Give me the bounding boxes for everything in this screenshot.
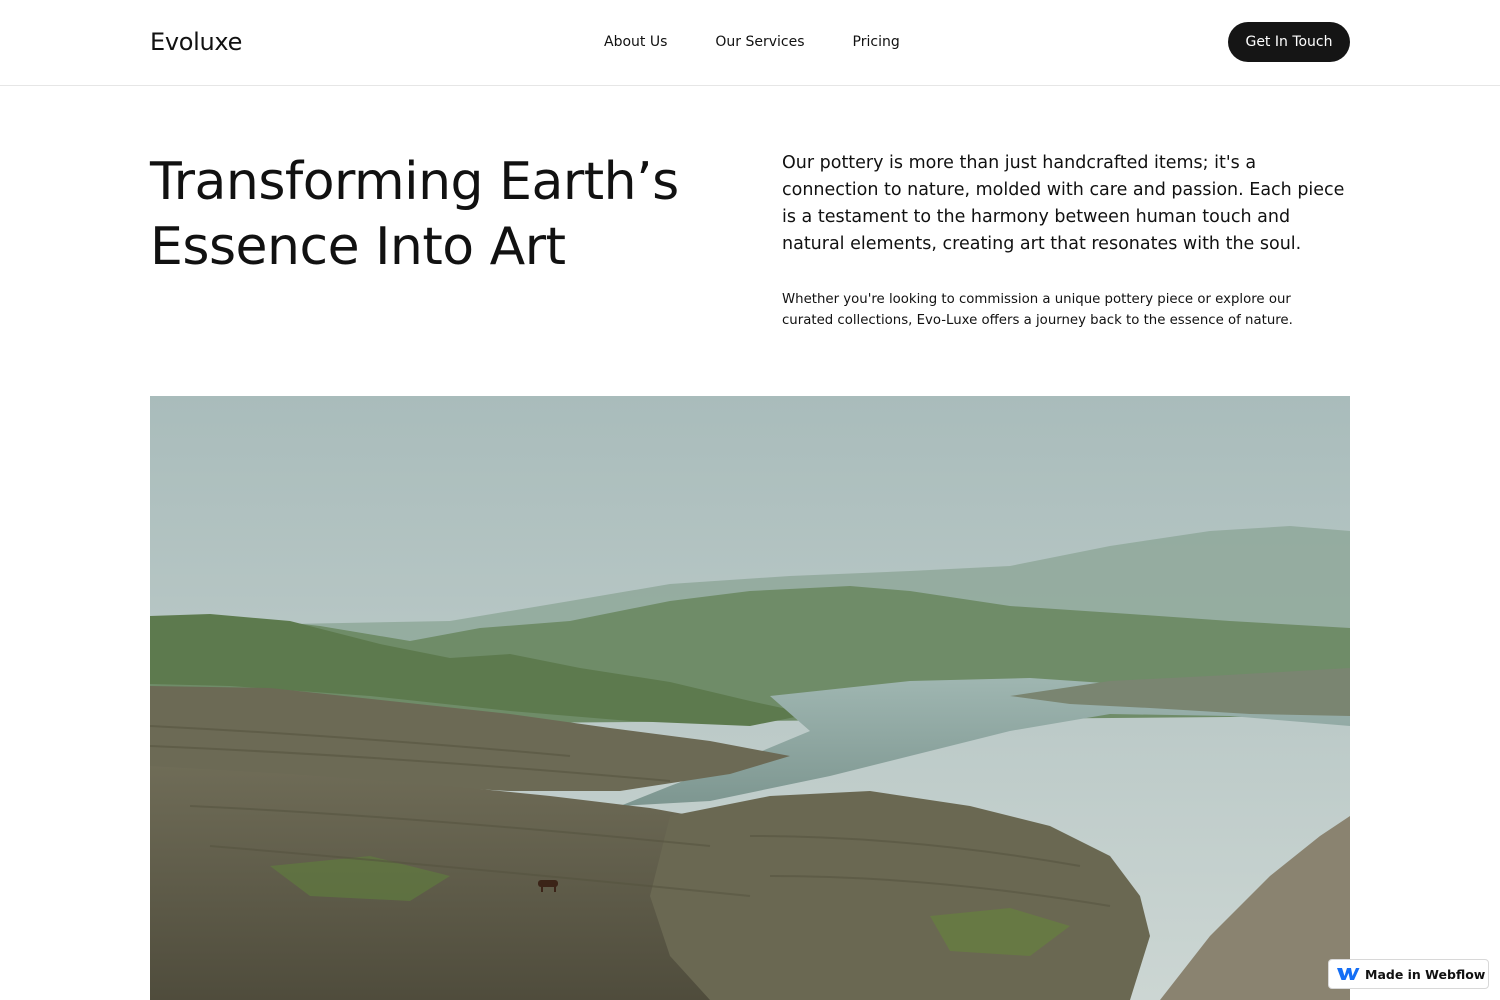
landscape-photo: [150, 396, 1350, 1000]
hero-title-line-1: Transforming Earth’s: [150, 152, 679, 212]
made-in-webflow-badge[interactable]: Made in Webflow: [1328, 959, 1489, 989]
webflow-icon: [1336, 966, 1360, 982]
landscape-illustration: [150, 396, 1350, 1000]
brand-logo[interactable]: Evoluxe: [150, 26, 242, 58]
nav-about-us[interactable]: About Us: [604, 31, 667, 53]
nav-our-services[interactable]: Our Services: [715, 31, 804, 53]
hero-lead-paragraph: Our pottery is more than just handcrafte…: [782, 153, 1345, 254]
badge-label: Made in Webflow: [1365, 966, 1486, 982]
site-header: Evoluxe About Us Our Services Pricing Ge…: [0, 0, 1500, 86]
hero-sub-paragraph: Whether you're looking to commission a u…: [782, 292, 1293, 328]
get-in-touch-button[interactable]: Get In Touch: [1228, 22, 1350, 62]
hero-title: Transforming Earth’s Essence Into Art: [150, 150, 750, 280]
main-nav: About Us Our Services Pricing: [604, 31, 900, 53]
nav-pricing[interactable]: Pricing: [853, 31, 900, 53]
hero-title-line-2: Essence Into Art: [150, 217, 566, 277]
